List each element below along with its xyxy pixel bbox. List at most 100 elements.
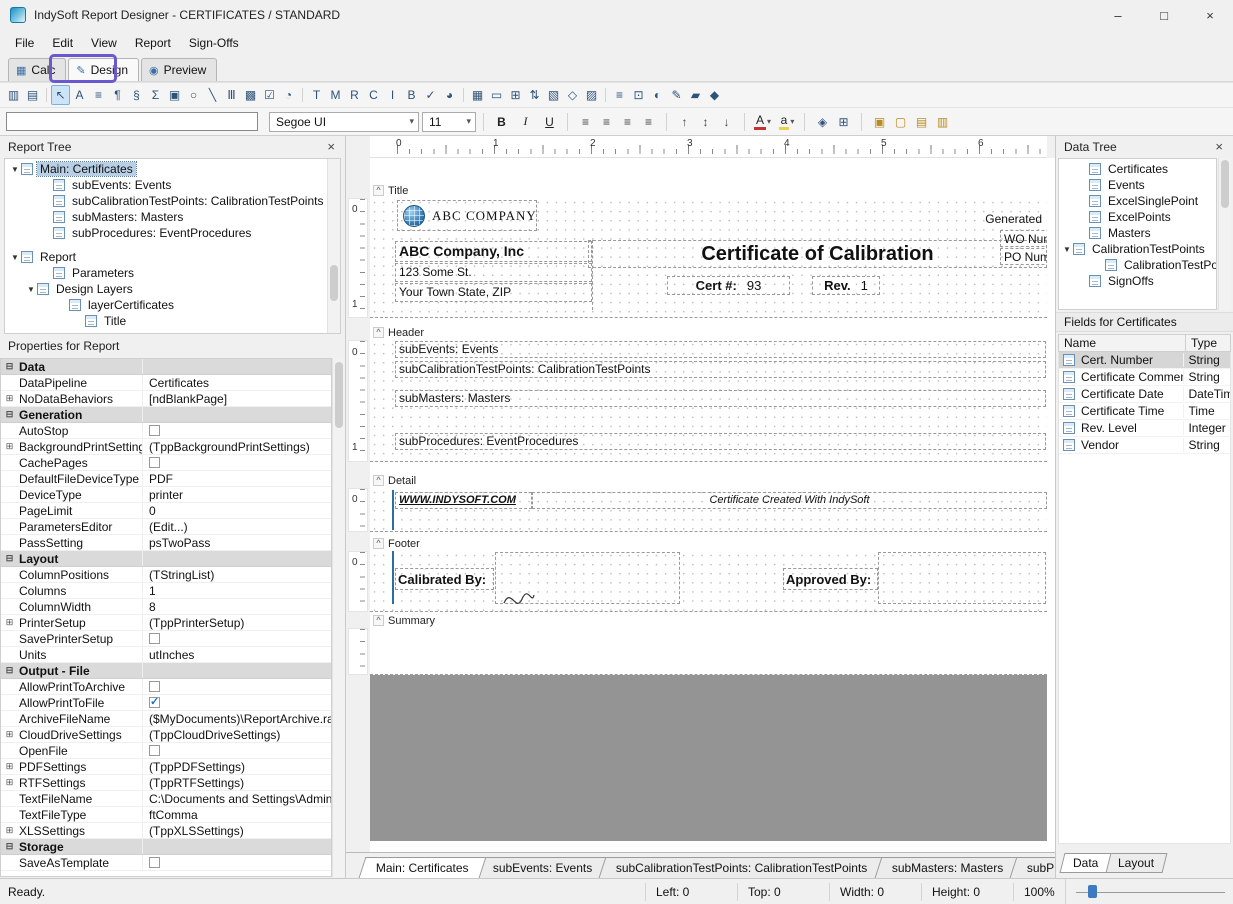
report-tree-item[interactable]: Title — [5, 313, 340, 329]
property-row[interactable]: Units utInches — [1, 647, 331, 663]
valign-middle-button[interactable]: ↕ — [695, 111, 716, 132]
property-row[interactable]: Columns 1 — [1, 583, 331, 599]
property-row[interactable]: ⊟ Storage — [1, 839, 331, 855]
select-tool[interactable]: ↖ — [51, 85, 70, 105]
property-checkbox[interactable] — [149, 681, 160, 692]
approved-signature-box[interactable] — [878, 552, 1046, 604]
report-tree-item[interactable]: Parameters — [5, 265, 340, 281]
grid-snap-button[interactable]: ⊞ — [833, 111, 854, 132]
contrast-tool[interactable]: ◐ — [648, 85, 667, 105]
anchor-button[interactable]: ◈ — [812, 111, 833, 132]
field-row[interactable]: Cert. Number String — [1059, 352, 1230, 369]
scrollbar-thumb[interactable] — [330, 265, 338, 301]
property-row[interactable]: ⊞ RTFSettings (TppRTFSettings) — [1, 775, 331, 791]
property-value-cell[interactable]: (TppCloudDriveSettings) — [143, 728, 331, 742]
zoom-slider-handle[interactable] — [1088, 885, 1097, 898]
memo-tool[interactable]: ≡ — [89, 85, 108, 105]
property-expand-icon[interactable]: ⊟ — [4, 841, 15, 852]
property-row[interactable]: ParametersEditor (Edit...) — [1, 519, 331, 535]
font-size-select[interactable]: 11 ▾ — [422, 112, 476, 132]
send-backward-button[interactable]: ▥ — [932, 111, 953, 132]
address1-object[interactable]: 123 Some St. — [395, 263, 592, 282]
property-row[interactable]: ⊟ Layout — [1, 551, 331, 567]
richtext-tool[interactable]: ¶ — [108, 85, 127, 105]
property-row[interactable]: AllowPrintToFile — [1, 695, 331, 711]
dbcalc-tool[interactable]: C — [364, 85, 383, 105]
property-row[interactable]: ColumnWidth 8 — [1, 599, 331, 615]
report-tab-submasters[interactable]: subMasters: Masters — [874, 857, 1020, 878]
property-expand-icon[interactable]: ⊞ — [4, 617, 15, 628]
title-band[interactable]: ABC COMPANY ABC Company, Inc 123 Some St… — [370, 198, 1047, 318]
property-row[interactable]: ⊞ PDFSettings (TppPDFSettings) — [1, 759, 331, 775]
close-button[interactable]: × — [1187, 0, 1233, 30]
property-row[interactable]: PageLimit 0 — [1, 503, 331, 519]
frame-tool[interactable]: ⊡ — [629, 85, 648, 105]
field-row[interactable]: Vendor String — [1059, 437, 1230, 454]
property-value-cell[interactable]: 1 — [143, 584, 331, 598]
property-value-cell[interactable] — [143, 633, 331, 644]
generated-label-object[interactable]: Generated — [965, 212, 1042, 226]
report-tree-item[interactable]: ▼ Report — [5, 249, 340, 265]
report-tree-item[interactable]: subEvents: Events — [5, 177, 340, 193]
bold-button[interactable]: B — [491, 111, 512, 132]
property-row[interactable]: ⊞ CloudDriveSettings (TppCloudDriveSetti… — [1, 727, 331, 743]
property-row[interactable]: ArchiveFileName ($MyDocuments)\ReportArc… — [1, 711, 331, 727]
align-right-button[interactable]: ≡ — [617, 111, 638, 132]
report-tree-item[interactable]: layerCertificates — [5, 297, 340, 313]
dbrichtext-tool[interactable]: R — [345, 85, 364, 105]
property-row[interactable]: OpenFile — [1, 743, 331, 759]
data-tree-item[interactable]: Events — [1059, 177, 1216, 193]
property-expand-icon[interactable]: ⊞ — [4, 729, 15, 740]
property-expand-icon[interactable]: ⊞ — [4, 441, 15, 452]
report-page[interactable]: ^ Title ABC COMPANY ABC Company, Inc 123… — [370, 158, 1047, 841]
align-justify-button[interactable]: ≡ — [638, 111, 659, 132]
property-expand-icon[interactable]: ⊟ — [4, 409, 15, 420]
report-tab-subprocedures[interactable]: subProcedures: EventProcedures — [1010, 857, 1055, 878]
crosstab-tool[interactable]: ▦ — [468, 85, 487, 105]
property-value-cell[interactable]: psTwoPass — [143, 536, 331, 550]
calibrated-by-object[interactable]: Calibrated By: — [395, 568, 494, 590]
menu-edit[interactable]: Edit — [43, 32, 82, 54]
company-logo[interactable]: ABC COMPANY — [397, 200, 537, 231]
shape-tool[interactable]: ○ — [184, 85, 203, 105]
tree-expander-icon[interactable]: ▼ — [9, 253, 21, 262]
report-tree-scrollbar[interactable] — [327, 159, 340, 333]
property-value-cell[interactable] — [143, 745, 331, 756]
band-collapse-icon[interactable]: ^ — [373, 475, 384, 486]
dbbarcode-tool[interactable]: B — [402, 85, 421, 105]
band-header-summary[interactable]: ^ Summary — [370, 613, 1047, 628]
property-expand-icon[interactable]: ⊞ — [4, 393, 15, 404]
property-value-cell[interactable]: 8 — [143, 600, 331, 614]
detail-band[interactable]: WWW.INDYSOFT.COM Certificate Created Wit… — [370, 488, 1047, 532]
zoom-slider[interactable] — [1065, 879, 1233, 904]
shape2-tool[interactable]: ◇ — [563, 85, 582, 105]
gradient-tool[interactable]: ▨ — [582, 85, 601, 105]
approved-by-object[interactable]: Approved By: — [783, 568, 878, 590]
data-tree-item[interactable]: CalibrationTestPoints — [1059, 257, 1216, 273]
align-center-button[interactable]: ≡ — [596, 111, 617, 132]
property-value-cell[interactable]: (TppXLSSettings) — [143, 824, 331, 838]
property-value-cell[interactable]: utInches — [143, 648, 331, 662]
maximize-button[interactable]: □ — [1141, 0, 1187, 30]
property-expand-icon[interactable]: ⊞ — [4, 777, 15, 788]
bar-tool[interactable]: ▰ — [686, 85, 705, 105]
band-collapse-icon[interactable]: ^ — [373, 185, 384, 196]
column-header-type[interactable]: Type — [1186, 334, 1231, 352]
field-row[interactable]: Certificate Comment String — [1059, 369, 1230, 386]
draw-tool[interactable]: ✎ — [667, 85, 686, 105]
rev-object[interactable]: Rev. 1 — [812, 276, 880, 295]
report-outline-icon[interactable]: ▥ — [4, 85, 23, 105]
font-family-select[interactable]: Segoe UI ▾ — [269, 112, 419, 132]
pagebreak-tool[interactable]: ⇅ — [525, 85, 544, 105]
property-row[interactable]: SavePrinterSetup — [1, 631, 331, 647]
field-row[interactable]: Certificate Time Time — [1059, 403, 1230, 420]
company-name-object[interactable]: ABC Company, Inc — [395, 241, 592, 262]
subreport-object[interactable]: subProcedures: EventProcedures — [395, 433, 1046, 450]
subreport-object[interactable]: subMasters: Masters — [395, 390, 1046, 407]
property-expand-icon[interactable]: ⊟ — [4, 553, 15, 564]
image-tool[interactable]: ▣ — [165, 85, 184, 105]
band-header-footer[interactable]: ^ Footer — [370, 536, 1047, 551]
valign-bottom-button[interactable]: ↓ — [716, 111, 737, 132]
dbcheckbox-tool[interactable]: ✓ — [421, 85, 440, 105]
address2-object[interactable]: Your Town State, ZIP — [395, 283, 592, 302]
